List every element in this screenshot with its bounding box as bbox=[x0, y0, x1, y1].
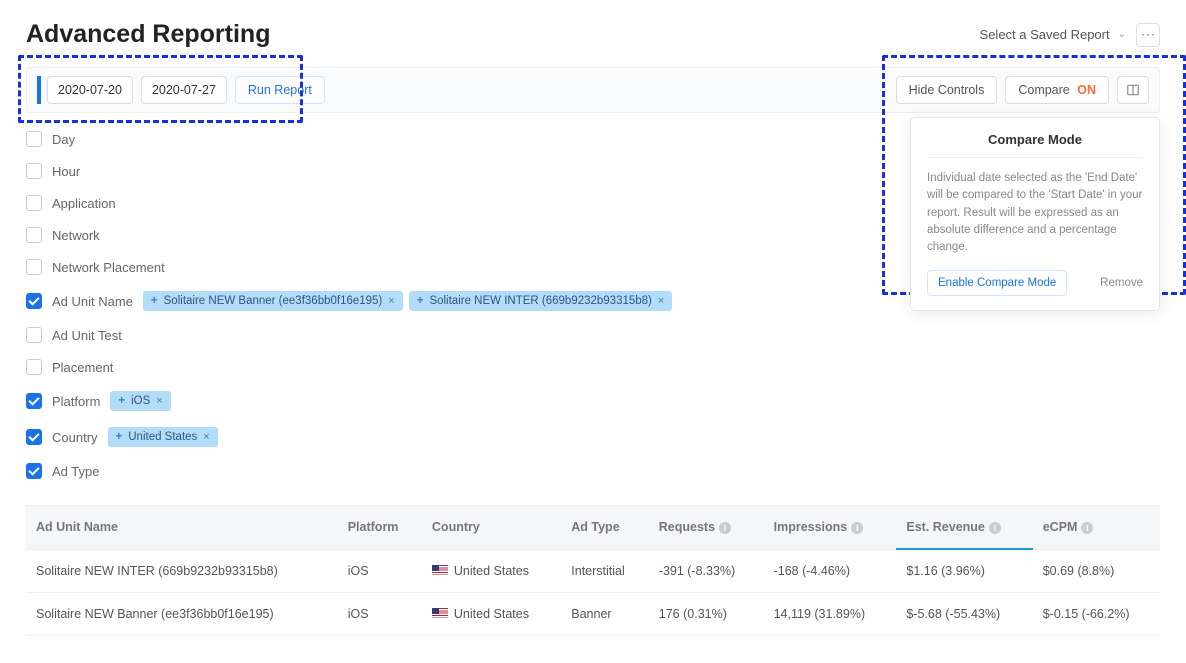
tag-text: iOS bbox=[131, 395, 150, 407]
filter-label: Platform bbox=[52, 394, 100, 409]
filter-tag[interactable]: + Solitaire NEW INTER (669b9232b93315b8) × bbox=[409, 291, 673, 311]
filter-row: Ad Type bbox=[26, 455, 1160, 487]
filter-checkbox[interactable] bbox=[26, 131, 42, 147]
filter-label: Placement bbox=[52, 360, 113, 375]
us-flag-icon bbox=[432, 608, 448, 619]
filter-row: Placement bbox=[26, 351, 1160, 383]
plus-icon: + bbox=[151, 295, 158, 307]
cell-ad-type: Interstitial bbox=[561, 549, 649, 593]
cell-impressions: -168 (-4.46%) bbox=[764, 549, 897, 593]
col-ad-type[interactable]: Ad Type bbox=[561, 506, 649, 550]
remove-tag-icon[interactable]: × bbox=[388, 295, 394, 307]
compare-mode-popover: Compare Mode Individual date selected as… bbox=[910, 117, 1160, 311]
col-ad-unit-name[interactable]: Ad Unit Name bbox=[26, 506, 338, 550]
col-ecpm[interactable]: eCPMi bbox=[1033, 506, 1160, 550]
filter-label: Ad Unit Test bbox=[52, 328, 122, 343]
filter-tag[interactable]: + United States × bbox=[108, 427, 218, 447]
enable-compare-button[interactable]: Enable Compare Mode bbox=[927, 270, 1067, 296]
run-report-button[interactable]: Run Report bbox=[235, 76, 325, 104]
compare-toggle-button[interactable]: Compare ON bbox=[1005, 76, 1109, 104]
chevron-down-icon: ⌄ bbox=[1118, 29, 1126, 40]
filter-checkbox[interactable] bbox=[26, 463, 42, 479]
plus-icon: + bbox=[417, 295, 424, 307]
filter-checkbox[interactable] bbox=[26, 227, 42, 243]
plus-icon: + bbox=[118, 395, 125, 407]
columns-icon bbox=[1126, 83, 1140, 97]
filter-label: Ad Unit Name bbox=[52, 294, 133, 309]
saved-report-dropdown[interactable]: Select a Saved Report ⌄ bbox=[980, 27, 1126, 42]
filter-checkbox[interactable] bbox=[26, 393, 42, 409]
info-icon: i bbox=[1081, 522, 1093, 534]
remove-tag-icon[interactable]: × bbox=[156, 395, 162, 407]
filter-checkbox[interactable] bbox=[26, 359, 42, 375]
filter-tags: + United States × bbox=[108, 427, 218, 447]
filter-checkbox[interactable] bbox=[26, 293, 42, 309]
tag-text: Solitaire NEW Banner (ee3f36bb0f16e195) bbox=[164, 295, 383, 307]
popover-body: Individual date selected as the 'End Dat… bbox=[927, 170, 1143, 256]
filter-tag[interactable]: + iOS × bbox=[110, 391, 170, 411]
filter-label: Day bbox=[52, 132, 75, 147]
compare-label: Compare bbox=[1018, 83, 1069, 97]
tag-text: United States bbox=[128, 431, 197, 443]
more-options-button[interactable]: ⋯ bbox=[1136, 23, 1160, 47]
filter-row: Ad Unit Test bbox=[26, 319, 1160, 351]
us-flag-icon bbox=[432, 565, 448, 576]
filter-tags: + iOS × bbox=[110, 391, 170, 411]
remove-tag-icon[interactable]: × bbox=[203, 431, 209, 443]
cell-revenue: $-5.68 (-55.43%) bbox=[896, 593, 1032, 636]
plus-icon: + bbox=[116, 431, 123, 443]
start-date-input[interactable]: 2020-07-20 bbox=[47, 76, 133, 104]
cell-ecpm: $0.69 (8.8%) bbox=[1033, 549, 1160, 593]
cell-ad-type: Banner bbox=[561, 593, 649, 636]
col-platform[interactable]: Platform bbox=[338, 506, 422, 550]
filter-label: Network Placement bbox=[52, 260, 165, 275]
compare-state: ON bbox=[1077, 83, 1096, 97]
cell-requests: 176 (0.31%) bbox=[649, 593, 764, 636]
end-date-input[interactable]: 2020-07-27 bbox=[141, 76, 227, 104]
col-requests[interactable]: Requestsi bbox=[649, 506, 764, 550]
filter-checkbox[interactable] bbox=[26, 429, 42, 445]
columns-icon-button[interactable] bbox=[1117, 76, 1149, 104]
cell-platform: iOS bbox=[338, 593, 422, 636]
info-icon: i bbox=[719, 522, 731, 534]
table-row: Solitaire NEW Banner (ee3f36bb0f16e195)i… bbox=[26, 593, 1160, 636]
filter-checkbox[interactable] bbox=[26, 195, 42, 211]
cell-revenue: $1.16 (3.96%) bbox=[896, 549, 1032, 593]
cell-country: United States bbox=[422, 593, 561, 636]
col-est-revenue[interactable]: Est. Revenuei bbox=[896, 506, 1032, 550]
hide-controls-button[interactable]: Hide Controls bbox=[896, 76, 998, 104]
cell-ad-unit: Solitaire NEW Banner (ee3f36bb0f16e195) bbox=[26, 593, 338, 636]
filter-checkbox[interactable] bbox=[26, 163, 42, 179]
filter-label: Ad Type bbox=[52, 464, 99, 479]
cell-ecpm: $-0.15 (-66.2%) bbox=[1033, 593, 1160, 636]
cell-platform: iOS bbox=[338, 549, 422, 593]
filter-checkbox[interactable] bbox=[26, 259, 42, 275]
saved-report-label: Select a Saved Report bbox=[980, 27, 1110, 42]
page-title: Advanced Reporting bbox=[26, 20, 270, 49]
cell-ad-unit: Solitaire NEW INTER (669b9232b93315b8) bbox=[26, 549, 338, 593]
filter-label: Network bbox=[52, 228, 100, 243]
cell-country: United States bbox=[422, 549, 561, 593]
popover-title: Compare Mode bbox=[927, 132, 1143, 158]
cell-impressions: 14,119 (31.89%) bbox=[764, 593, 897, 636]
filter-tag[interactable]: + Solitaire NEW Banner (ee3f36bb0f16e195)… bbox=[143, 291, 403, 311]
col-impressions[interactable]: Impressionsi bbox=[764, 506, 897, 550]
filter-list: Day Hour Application Network Network Placeme… bbox=[26, 123, 1160, 487]
filter-label: Country bbox=[52, 430, 98, 445]
remove-compare-link[interactable]: Remove bbox=[1100, 277, 1143, 289]
results-table: Ad Unit Name Platform Country Ad Type Re… bbox=[26, 505, 1160, 636]
cell-requests: -391 (-8.33%) bbox=[649, 549, 764, 593]
filter-row: Country + United States × bbox=[26, 419, 1160, 455]
filter-label: Application bbox=[52, 196, 116, 211]
col-country[interactable]: Country bbox=[422, 506, 561, 550]
info-icon: i bbox=[989, 522, 1001, 534]
filter-label: Hour bbox=[52, 164, 80, 179]
table-row: Solitaire NEW INTER (669b9232b93315b8)iO… bbox=[26, 549, 1160, 593]
filter-tags: + Solitaire NEW Banner (ee3f36bb0f16e195)… bbox=[143, 291, 672, 311]
remove-tag-icon[interactable]: × bbox=[658, 295, 664, 307]
filter-checkbox[interactable] bbox=[26, 327, 42, 343]
tag-text: Solitaire NEW INTER (669b9232b93315b8) bbox=[429, 295, 651, 307]
info-icon: i bbox=[851, 522, 863, 534]
filter-row: Platform + iOS × bbox=[26, 383, 1160, 419]
